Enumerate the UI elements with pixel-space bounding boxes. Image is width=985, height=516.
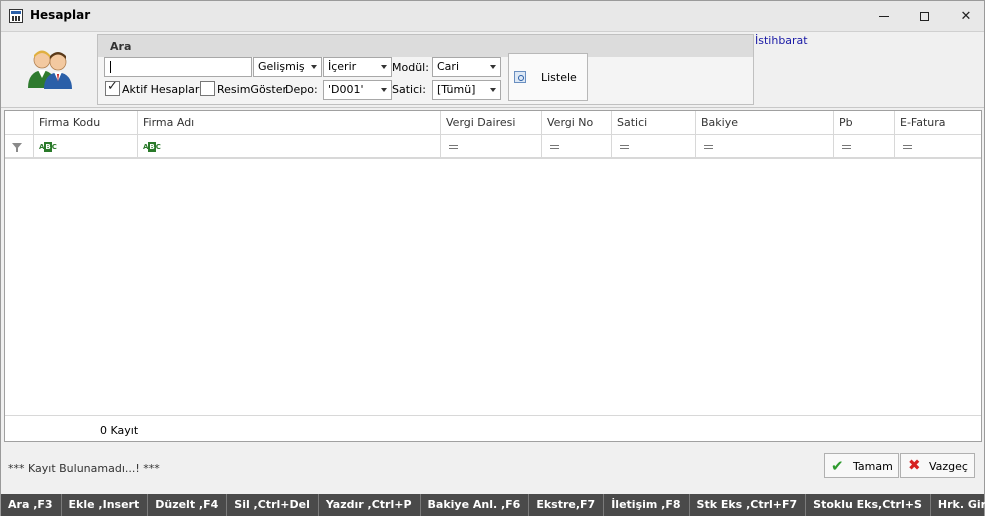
match-type-select[interactable]: İçerir: [323, 57, 392, 77]
aktif-hesaplar-checkbox[interactable]: [105, 79, 120, 96]
chevron-down-icon: [311, 65, 317, 69]
search-group-header: Ara: [98, 35, 753, 57]
grid-header-row: Firma Kodu Firma Adı Vergi Dairesi Vergi…: [5, 111, 981, 135]
column-header-vergi-no[interactable]: Vergi No: [542, 111, 612, 134]
search-input[interactable]: [104, 57, 252, 77]
equals-icon: [704, 145, 713, 149]
modul-select[interactable]: Cari: [432, 57, 501, 77]
shortcut-stoklu-eks[interactable]: Stoklu Eks,Ctrl+S: [806, 494, 931, 516]
filter-satici[interactable]: [612, 135, 696, 157]
filter-firma-adi[interactable]: ABC: [138, 135, 441, 157]
resim-goster-label: ResimGöster: [217, 83, 288, 96]
cross-icon: ✖: [908, 456, 921, 474]
equals-icon: [550, 145, 559, 149]
grid-footer: 0 Kayıt: [5, 415, 981, 441]
ok-button-label: Tamam: [853, 460, 893, 473]
record-count: 0 Kayıt: [100, 424, 139, 437]
satici-value: [Tümü]: [437, 83, 476, 96]
cancel-button-label: Vazgeç: [929, 460, 968, 473]
ok-button[interactable]: ✔ Tamam: [824, 453, 899, 478]
listele-label: Listele: [541, 71, 577, 84]
equals-icon: [620, 145, 629, 149]
depo-select[interactable]: 'D001': [323, 80, 392, 100]
column-header-firma-kodu[interactable]: Firma Kodu: [34, 111, 138, 134]
shortcut-sil[interactable]: Sil ,Ctrl+Del: [227, 494, 319, 516]
istihbarat-link[interactable]: İstihbarat: [755, 34, 808, 47]
shortcut-hrk-gir[interactable]: Hrk. Gir,F10: [931, 494, 985, 516]
search-mode-select[interactable]: Gelişmiş: [253, 57, 322, 77]
close-button[interactable]: ✕: [943, 1, 985, 32]
column-header-vergi-dairesi[interactable]: Vergi Dairesi: [441, 111, 542, 134]
filter-vergi-dairesi[interactable]: [441, 135, 542, 157]
maximize-button[interactable]: [901, 1, 947, 32]
depo-value: 'D001': [328, 83, 364, 96]
shortcut-iletisim[interactable]: İletişim ,F8: [604, 494, 690, 516]
chevron-down-icon: [490, 65, 496, 69]
resim-goster-checkbox[interactable]: [200, 81, 215, 96]
hesaplar-window: Hesaplar ✕ Ara Gelişmiş İçerir Modül: Ca…: [0, 0, 985, 516]
text-filter-icon: ABC: [39, 142, 57, 152]
column-header-e-fatura[interactable]: E-Fatura: [895, 111, 981, 134]
satici-label: Satici:: [392, 83, 426, 96]
satici-select[interactable]: [Tümü]: [432, 80, 501, 100]
filter-pb[interactable]: [834, 135, 895, 157]
search-icon: [514, 71, 526, 83]
minimize-icon: [879, 16, 889, 17]
accounts-grid[interactable]: Firma Kodu Firma Adı Vergi Dairesi Vergi…: [4, 110, 982, 442]
shortcut-duzelt[interactable]: Düzelt ,F4: [148, 494, 228, 516]
chevron-down-icon: [381, 65, 387, 69]
filter-vergi-no[interactable]: [542, 135, 612, 157]
filter-e-fatura[interactable]: [895, 135, 981, 157]
shortcut-stk-eks[interactable]: Stk Eks ,Ctrl+F7: [690, 494, 807, 516]
chevron-down-icon: [490, 88, 496, 92]
title-bar: Hesaplar ✕: [1, 1, 984, 32]
users-icon: [28, 50, 72, 89]
search-group: Ara Gelişmiş İçerir Modül: Cari Aktif He…: [97, 34, 754, 105]
depo-label: Depo:: [285, 83, 318, 96]
equals-icon: [449, 145, 458, 149]
grid-filter-row: ABC ABC: [5, 135, 981, 159]
chevron-down-icon: [381, 88, 387, 92]
search-mode-value: Gelişmiş: [258, 60, 305, 73]
filter-icon: [12, 143, 22, 152]
cancel-button[interactable]: ✖ Vazgeç: [900, 453, 975, 478]
shortcut-ekle[interactable]: Ekle ,Insert: [62, 494, 149, 516]
row-indicator-header: [5, 111, 34, 134]
shortcut-ara[interactable]: Ara ,F3: [1, 494, 62, 516]
close-icon: ✕: [960, 9, 972, 24]
equals-icon: [842, 145, 851, 149]
text-caret: [110, 61, 111, 73]
maximize-icon: [919, 12, 929, 21]
column-header-pb[interactable]: Pb: [834, 111, 895, 134]
equals-icon: [903, 145, 912, 149]
column-header-satici[interactable]: Satici: [612, 111, 696, 134]
text-filter-icon: ABC: [143, 142, 161, 152]
calculator-icon: [9, 9, 23, 23]
search-group-title: Ara: [110, 40, 132, 53]
shortcut-ekstre[interactable]: Ekstre,F7: [529, 494, 605, 516]
column-header-bakiye[interactable]: Bakiye: [696, 111, 834, 134]
listele-button[interactable]: Listele: [508, 53, 588, 101]
shortcut-bakiye-anl[interactable]: Bakiye Anl. ,F6: [421, 494, 530, 516]
window-title: Hesaplar: [30, 8, 91, 22]
shortcut-bar: Ara ,F3 Ekle ,Insert Düzelt ,F4 Sil ,Ctr…: [1, 494, 985, 516]
status-message: *** Kayıt Bulunamadı...! ***: [8, 462, 160, 475]
filter-bakiye[interactable]: [696, 135, 834, 157]
checkmark-icon: ✔: [831, 457, 844, 475]
shortcut-yazdir[interactable]: Yazdır ,Ctrl+P: [319, 494, 421, 516]
modul-value: Cari: [437, 60, 459, 73]
search-panel: Ara Gelişmiş İçerir Modül: Cari Aktif He…: [1, 32, 984, 108]
aktif-hesaplar-label: Aktif Hesaplar: [122, 83, 200, 96]
filter-firma-kodu[interactable]: ABC: [34, 135, 138, 157]
column-header-firma-adi[interactable]: Firma Adı: [138, 111, 441, 134]
modul-label: Modül:: [392, 61, 429, 74]
filter-indicator: [5, 135, 34, 157]
match-type-value: İçerir: [328, 60, 357, 73]
